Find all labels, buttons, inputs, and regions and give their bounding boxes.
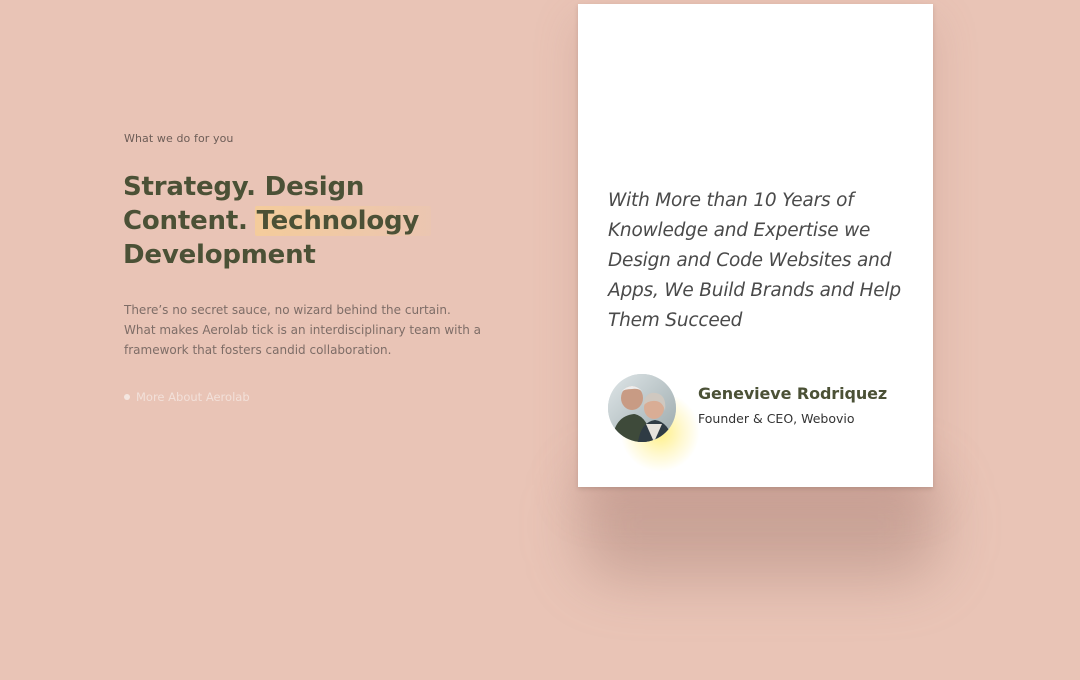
avatar-photo-icon	[608, 374, 676, 442]
testimonial-quote: With More than 10 Years of Knowledge and…	[608, 190, 901, 331]
avatar	[608, 374, 676, 442]
headline-line-1: Strategy. Design	[123, 172, 365, 202]
author-role: Founder & CEO, Webovio	[698, 411, 855, 426]
testimonial-author: Genevieve Rodriquez Founder & CEO, Webov…	[608, 374, 887, 472]
headline-line-2-start: Content.	[123, 206, 257, 236]
section-headline: Strategy. Design Content. Technology Dev…	[123, 170, 463, 272]
section-description: There’s no secret sauce, no wizard behin…	[124, 303, 481, 357]
more-about-link[interactable]: More About Aerolab	[124, 390, 250, 404]
author-name: Genevieve Rodriquez	[698, 384, 888, 403]
avatar-container	[608, 374, 700, 472]
headline-line-3: Development	[123, 240, 316, 270]
testimonial-card: With More than 10 Years of Knowledge and…	[578, 4, 933, 487]
author-text: Genevieve Rodriquez Founder & CEO, Webov…	[698, 384, 887, 426]
bullet-icon	[124, 394, 130, 400]
page: What we do for you Strategy. Design Cont…	[0, 0, 1080, 680]
headline-line-2: Content. Technology	[123, 204, 463, 238]
headline-highlight: Technology	[254, 206, 432, 236]
section-eyebrow: What we do for you	[124, 132, 234, 145]
more-about-link-label: More About Aerolab	[136, 390, 250, 404]
